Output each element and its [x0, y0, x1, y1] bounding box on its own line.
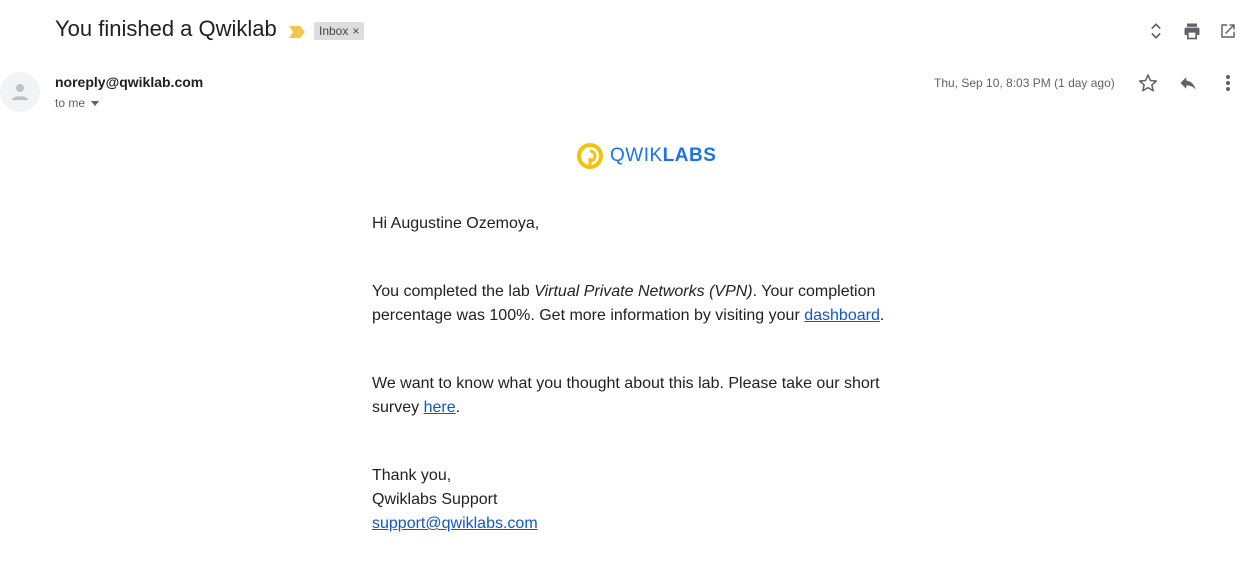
open-in-new-window-icon[interactable] [1216, 19, 1240, 43]
greeting: Hi Augustine Ozemoya, [372, 215, 540, 232]
reply-icon[interactable] [1176, 71, 1200, 95]
dashboard-link[interactable]: dashboard [804, 307, 880, 324]
survey-paragraph: We want to know what you thought about t… [372, 375, 880, 416]
email-body: Hi Augustine Ozemoya, You completed the … [372, 212, 892, 536]
inbox-label-text: Inbox [319, 24, 349, 38]
importance-marker-icon[interactable] [289, 25, 305, 38]
qwiklabs-logo: QWIKLABS [576, 142, 716, 170]
logo-text-qwik: QWIK [610, 145, 663, 166]
support-email-link[interactable]: support@qwiklabs.com [372, 515, 538, 532]
email-subject: You finished a Qwiklab [55, 16, 277, 41]
email-date: Thu, Sep 10, 8:03 PM (1 day ago) [934, 76, 1115, 90]
signoff: Thank you, [372, 467, 452, 484]
print-icon[interactable] [1180, 19, 1204, 43]
qwiklabs-logo-icon [577, 143, 603, 169]
logo-text-labs: LABS [662, 145, 717, 166]
recipient-details-toggle[interactable]: to me [55, 96, 100, 110]
completion-paragraph: You completed the lab Virtual Private Ne… [372, 283, 885, 324]
inbox-label-chip: Inbox × [314, 22, 365, 40]
remove-label-button[interactable]: × [352, 22, 359, 40]
logo-text: QWIKLABS [610, 145, 716, 167]
survey-link[interactable]: here [424, 399, 456, 416]
recipient-label: to me [55, 96, 86, 110]
team-name: Qwiklabs Support [372, 491, 498, 508]
expand-collapse-icon[interactable] [1144, 19, 1168, 43]
chevron-down-icon [91, 100, 100, 106]
sender-avatar[interactable] [0, 72, 40, 112]
lab-name: Virtual Private Networks (VPN) [534, 283, 753, 300]
person-icon [12, 84, 28, 100]
more-vert-icon[interactable] [1216, 71, 1240, 95]
star-icon[interactable] [1136, 71, 1160, 95]
sender-email[interactable]: noreply@qwiklab.com [55, 74, 203, 90]
